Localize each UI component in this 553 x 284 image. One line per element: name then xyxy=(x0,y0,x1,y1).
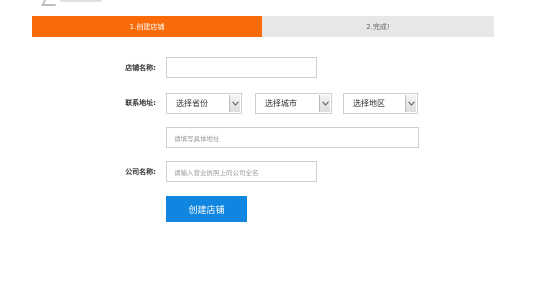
company-name-input[interactable]: 请输入营业执照上的公司全名 xyxy=(166,161,317,182)
chevron-down-icon xyxy=(229,95,240,112)
step-create-shop: 1.创建店铺 xyxy=(32,16,262,37)
shop-name-input[interactable] xyxy=(166,57,317,78)
progress-steps: 1.创建店铺 2.完成! xyxy=(32,16,494,37)
step-complete: 2.完成! xyxy=(262,16,494,37)
city-select[interactable]: 选择城市 xyxy=(255,93,332,114)
province-select-value: 选择省份 xyxy=(176,99,208,108)
company-name-label: 公司名称: xyxy=(125,168,156,176)
chevron-down-icon xyxy=(319,95,330,112)
shop-name-label: 店铺名称: xyxy=(125,64,156,72)
chevron-down-icon xyxy=(405,95,416,112)
contact-address-label: 联系地址: xyxy=(125,99,156,107)
logo-text-fragment xyxy=(60,0,102,2)
create-shop-button[interactable]: 创建店铺 xyxy=(166,196,247,222)
district-select-value: 选择地区 xyxy=(353,99,385,108)
province-select[interactable]: 选择省份 xyxy=(166,93,242,114)
city-select-value: 选择城市 xyxy=(265,99,297,108)
logo-icon xyxy=(41,0,61,6)
district-select[interactable]: 选择地区 xyxy=(343,93,418,114)
address-detail-input[interactable]: 请填写具体地址 xyxy=(166,127,419,148)
